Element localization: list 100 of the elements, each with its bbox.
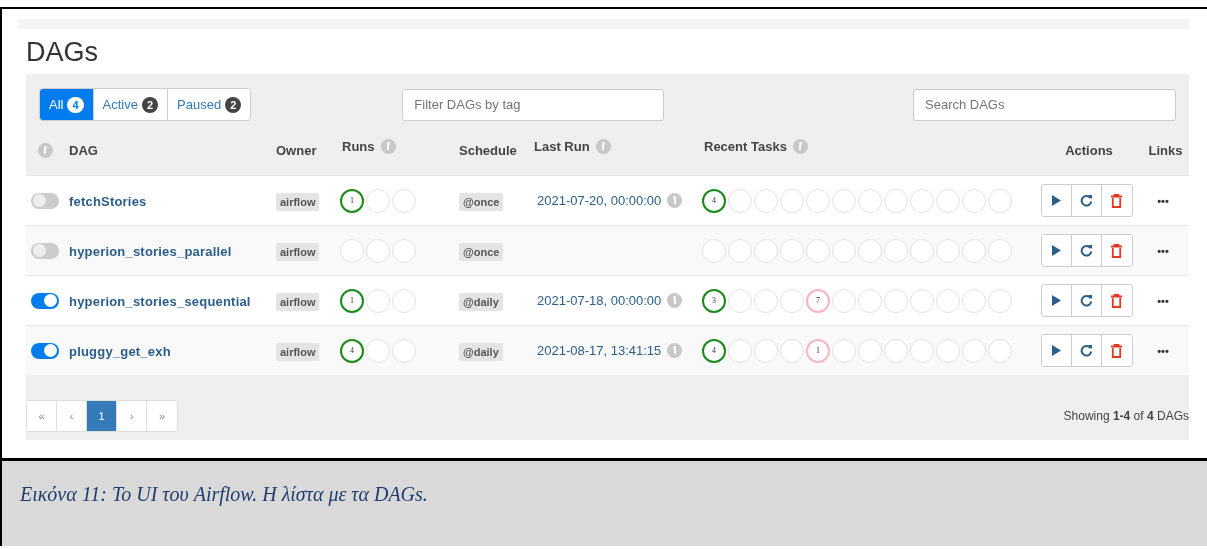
task-status-circle[interactable]	[858, 188, 882, 213]
task-status-circle[interactable]	[988, 288, 1012, 313]
task-status-circle[interactable]	[988, 188, 1012, 213]
task-status-circle[interactable]	[754, 238, 778, 263]
run-status-circle[interactable]	[366, 288, 390, 313]
toggle-switch[interactable]	[31, 292, 59, 309]
task-status-circle[interactable]	[858, 238, 882, 263]
owner-tag[interactable]: airflow	[276, 192, 320, 211]
task-status-circle[interactable]	[754, 288, 778, 313]
tag-filter-field[interactable]: Filter DAGs by tag	[402, 88, 665, 121]
task-status-circle[interactable]	[806, 188, 830, 213]
run-status-circle[interactable]	[392, 338, 416, 363]
task-status-circle[interactable]	[910, 238, 934, 263]
search-field[interactable]: Search DAGs	[913, 88, 1176, 121]
task-status-circle[interactable]	[832, 288, 856, 313]
task-status-circle[interactable]	[858, 338, 882, 363]
toggle-switch[interactable]	[31, 342, 59, 359]
owner-tag[interactable]: airflow	[276, 242, 320, 261]
owner-tag[interactable]: airflow	[276, 342, 320, 361]
task-status-circle[interactable]	[936, 288, 960, 313]
toggle-switch[interactable]	[31, 192, 59, 209]
more-links[interactable]: •••	[1157, 244, 1169, 257]
task-status-circle[interactable]	[884, 188, 908, 213]
task-status-circle[interactable]: 3	[702, 288, 726, 313]
column-header: Recent Tasks	[704, 139, 787, 154]
owner-tag[interactable]: airflow	[276, 292, 320, 311]
task-status-circle[interactable]: 7	[806, 288, 830, 313]
task-status-circle[interactable]	[728, 288, 752, 313]
run-status-circle[interactable]	[366, 188, 390, 213]
trigger-button[interactable]	[1041, 235, 1072, 266]
task-status-circle[interactable]	[728, 238, 752, 263]
task-status-circle[interactable]	[962, 238, 986, 263]
task-status-circle[interactable]	[910, 188, 934, 213]
task-status-circle[interactable]	[936, 238, 960, 263]
delete-button[interactable]	[1101, 235, 1132, 266]
task-status-circle[interactable]	[780, 238, 804, 263]
task-status-circle[interactable]	[780, 288, 804, 313]
task-status-circle[interactable]	[754, 188, 778, 213]
task-status-circle[interactable]	[728, 188, 752, 213]
refresh-button[interactable]	[1071, 335, 1102, 366]
dag-link[interactable]: hyperion_stories_sequential	[64, 293, 251, 309]
more-links[interactable]: •••	[1157, 294, 1169, 307]
dag-link[interactable]: pluggy_get_exh	[64, 343, 171, 359]
trigger-button[interactable]	[1041, 185, 1072, 216]
task-status-circle[interactable]: 1	[806, 338, 830, 363]
task-status-circle[interactable]	[962, 288, 986, 313]
more-links[interactable]: •••	[1157, 344, 1169, 357]
schedule-tag[interactable]: @daily	[459, 292, 503, 311]
run-status-circle[interactable]: 1	[340, 288, 364, 313]
filter-tab[interactable]: All 4	[40, 89, 94, 120]
run-status-circle[interactable]	[392, 188, 416, 213]
page-button[interactable]: «	[27, 401, 57, 431]
dag-link[interactable]: hyperion_stories_parallel	[64, 243, 232, 259]
last-run-link[interactable]: 2021-08-17, 13:41:15	[537, 343, 662, 358]
task-status-circle[interactable]	[858, 288, 882, 313]
column-header[interactable]: DAG	[69, 142, 98, 158]
task-status-circle[interactable]	[884, 288, 908, 313]
run-status-circle[interactable]: 4	[340, 338, 364, 363]
column-header[interactable]: Owner	[276, 142, 317, 158]
task-status-circle[interactable]	[728, 338, 752, 363]
task-status-circle[interactable]: 4	[702, 338, 726, 363]
last-run-link[interactable]: 2021-07-18, 00:00:00	[537, 293, 662, 308]
task-status-circle[interactable]	[962, 188, 986, 213]
task-status-circle[interactable]	[910, 338, 934, 363]
toggle-switch[interactable]	[31, 242, 59, 259]
run-status-circle[interactable]: 1	[340, 188, 364, 213]
dag-link[interactable]: fetchStories	[64, 193, 147, 209]
task-status-circle[interactable]	[988, 238, 1012, 263]
schedule-tag[interactable]: @once	[459, 242, 504, 261]
task-status-circle[interactable]	[832, 238, 856, 263]
info-icon	[667, 293, 683, 308]
last-run-link[interactable]: 2021-07-20, 00:00:00	[537, 193, 662, 208]
task-status-circle[interactable]	[910, 288, 934, 313]
page-button[interactable]: 1	[87, 401, 117, 431]
task-status-circle[interactable]	[702, 238, 726, 263]
task-status-circle[interactable]	[988, 338, 1012, 363]
task-status-circle[interactable]	[780, 338, 804, 363]
schedule-tag[interactable]: @daily	[459, 342, 503, 361]
run-status-circle[interactable]	[366, 238, 390, 263]
task-status-circle[interactable]	[962, 338, 986, 363]
task-status-circle[interactable]	[936, 188, 960, 213]
schedule-tag[interactable]: @once	[459, 192, 504, 211]
task-status-circle[interactable]	[832, 188, 856, 213]
run-status-circle[interactable]	[340, 238, 364, 263]
task-status-circle[interactable]: 4	[702, 188, 726, 213]
delete-button[interactable]	[1101, 335, 1132, 366]
task-status-circle[interactable]	[806, 238, 830, 263]
run-status-circle[interactable]	[392, 288, 416, 313]
more-links[interactable]: •••	[1157, 194, 1169, 207]
task-status-circle[interactable]	[884, 238, 908, 263]
task-status-circle[interactable]	[884, 338, 908, 363]
trigger-button[interactable]	[1041, 335, 1072, 366]
task-status-circle[interactable]	[754, 338, 778, 363]
task-status-circle[interactable]	[936, 338, 960, 363]
task-status-circle[interactable]	[780, 188, 804, 213]
run-status-circle[interactable]	[366, 338, 390, 363]
trigger-button[interactable]	[1041, 285, 1072, 316]
task-status-circle[interactable]	[832, 338, 856, 363]
refresh-button[interactable]	[1071, 235, 1102, 266]
run-status-circle[interactable]	[392, 238, 416, 263]
